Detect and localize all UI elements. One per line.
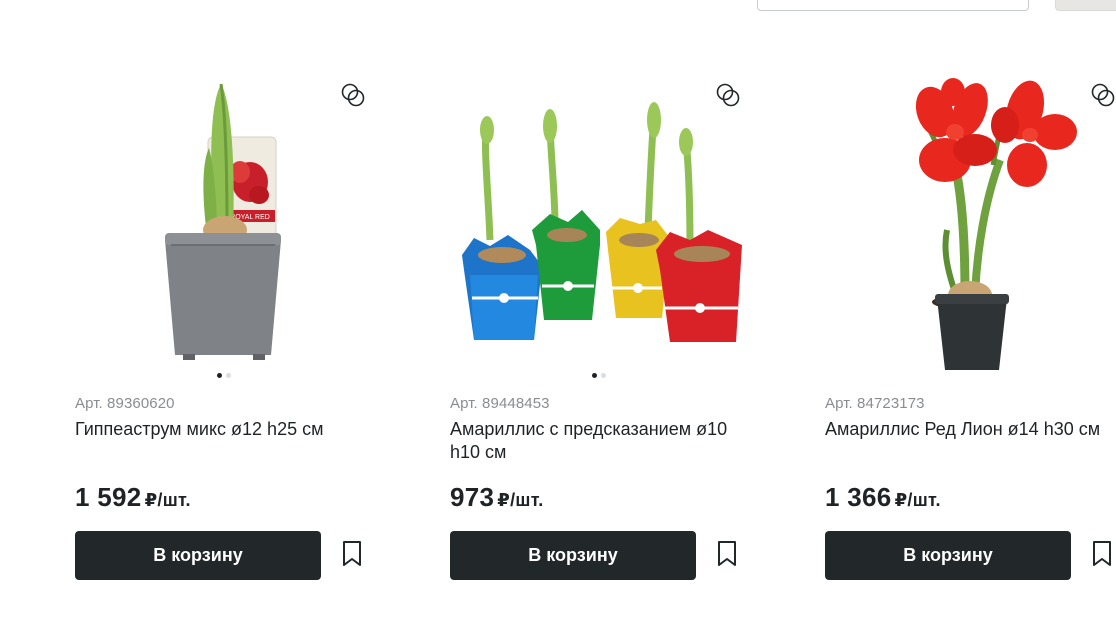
product-image[interactable] xyxy=(825,70,1116,370)
product-article: Арт. 84723173 xyxy=(825,395,925,412)
product-title[interactable]: Амариллис Ред Лион ø14 h30 см xyxy=(825,418,1116,441)
product-article: Арт. 89448453 xyxy=(450,395,550,412)
product-image[interactable]: ROYAL RED xyxy=(75,70,375,370)
product-title[interactable]: Гиппеаструм микс ø12 h25 см xyxy=(75,418,375,441)
product-price: 1 592 ₽/шт. xyxy=(75,482,191,513)
add-to-cart-button[interactable]: В корзину xyxy=(75,531,321,580)
price-unit: ₽/шт. xyxy=(144,490,191,510)
bookmark-icon[interactable] xyxy=(341,540,363,568)
compare-icon[interactable] xyxy=(1090,82,1116,108)
compare-icon[interactable] xyxy=(715,82,741,108)
carousel-dot[interactable] xyxy=(217,373,222,378)
image-carousel-dots[interactable] xyxy=(592,373,606,378)
search-input[interactable] xyxy=(757,0,1029,11)
product-card: ROYAL RED Арт. 89360620 Гиппеаструм микс… xyxy=(75,70,375,590)
price-value: 973 xyxy=(450,482,495,512)
carousel-dot[interactable] xyxy=(601,373,606,378)
price-unit: ₽/шт. xyxy=(894,490,941,510)
product-article: Арт. 89360620 xyxy=(75,395,175,412)
compare-icon[interactable] xyxy=(340,82,366,108)
price-value: 1 366 xyxy=(825,482,892,512)
product-image[interactable] xyxy=(450,70,750,370)
bookmark-icon[interactable] xyxy=(1091,540,1113,568)
image-carousel-dots[interactable] xyxy=(217,373,231,378)
top-filter-button[interactable] xyxy=(1055,0,1116,11)
bookmark-icon[interactable] xyxy=(716,540,738,568)
carousel-dot[interactable] xyxy=(592,373,597,378)
add-to-cart-button[interactable]: В корзину xyxy=(825,531,1071,580)
product-price: 1 366 ₽/шт. xyxy=(825,482,941,513)
carousel-dot[interactable] xyxy=(226,373,231,378)
product-card: Арт. 89448453 Амариллис с предсказанием … xyxy=(450,70,750,590)
product-price: 973 ₽/шт. xyxy=(450,482,544,513)
product-card: Арт. 84723173 Амариллис Ред Лион ø14 h30… xyxy=(825,70,1116,590)
price-value: 1 592 xyxy=(75,482,142,512)
add-to-cart-button[interactable]: В корзину xyxy=(450,531,696,580)
product-title[interactable]: Амариллис с предсказанием ø10 h10 см xyxy=(450,418,750,464)
price-unit: ₽/шт. xyxy=(497,490,544,510)
